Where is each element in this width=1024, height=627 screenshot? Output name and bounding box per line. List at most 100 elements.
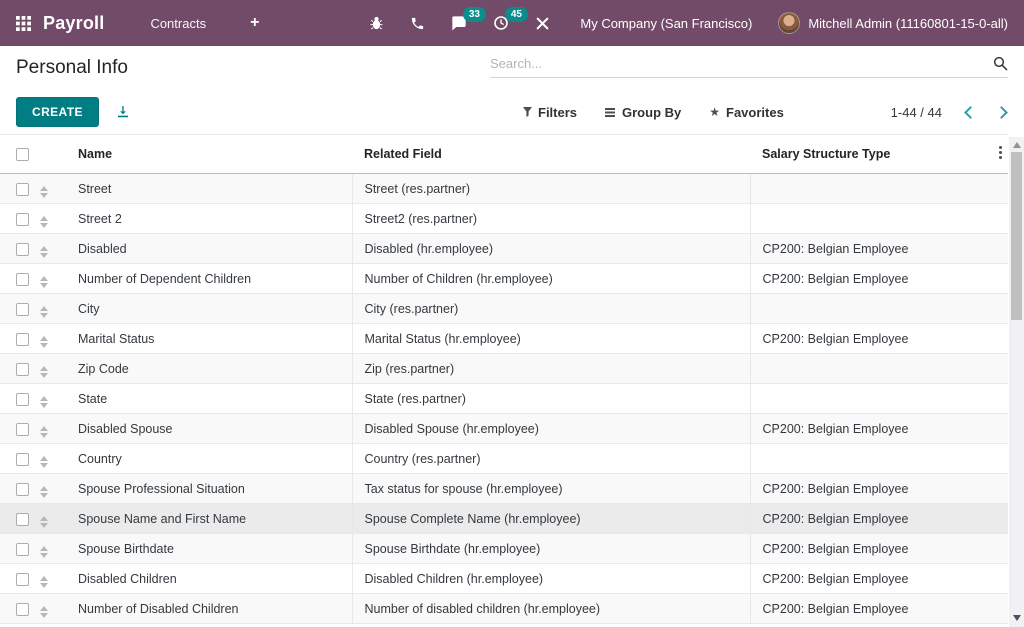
cell-name: Disabled bbox=[66, 234, 352, 264]
drag-handle-icon[interactable] bbox=[40, 246, 48, 258]
favorites-button[interactable]: ★ Favorites bbox=[709, 105, 784, 120]
pager-previous-icon[interactable] bbox=[964, 106, 977, 119]
pager: 1-44 / 44 bbox=[891, 105, 1006, 120]
cell-related-field: Zip (res.partner) bbox=[352, 354, 750, 384]
table-row[interactable]: Number of Disabled Children Number of di… bbox=[0, 594, 1008, 624]
table-row[interactable]: Disabled Children Disabled Children (hr.… bbox=[0, 564, 1008, 594]
table-row[interactable]: Street Street (res.partner) bbox=[0, 174, 1008, 204]
export-icon[interactable] bbox=[115, 104, 131, 120]
filter-funnel-icon bbox=[523, 107, 532, 117]
column-header-related-field[interactable]: Related Field bbox=[352, 135, 750, 174]
row-checkbox[interactable] bbox=[16, 243, 29, 256]
row-checkbox[interactable] bbox=[16, 513, 29, 526]
select-all-checkbox[interactable] bbox=[16, 148, 29, 161]
cell-name: Country bbox=[66, 444, 352, 474]
table-row[interactable]: Spouse Professional Situation Tax status… bbox=[0, 474, 1008, 504]
drag-handle-icon[interactable] bbox=[40, 546, 48, 558]
phone-icon[interactable] bbox=[410, 16, 425, 31]
scroll-down-icon[interactable] bbox=[1013, 615, 1021, 621]
row-checkbox[interactable] bbox=[16, 423, 29, 436]
drag-handle-icon[interactable] bbox=[40, 576, 48, 588]
drag-handle-icon[interactable] bbox=[40, 306, 48, 318]
filters-label: Filters bbox=[538, 105, 577, 120]
search-input[interactable] bbox=[490, 56, 993, 71]
row-handle-cell bbox=[40, 474, 66, 504]
drag-handle-icon[interactable] bbox=[40, 366, 48, 378]
row-handle-cell bbox=[40, 264, 66, 294]
filters-button[interactable]: Filters bbox=[523, 105, 577, 120]
cell-salary-structure-type bbox=[750, 354, 1008, 384]
table-row[interactable]: Marital Status Marital Status (hr.employ… bbox=[0, 324, 1008, 354]
row-select-cell bbox=[0, 594, 40, 624]
search-box bbox=[490, 56, 1008, 78]
drag-handle-icon[interactable] bbox=[40, 336, 48, 348]
activities-clock-icon[interactable]: 45 bbox=[493, 15, 509, 31]
row-checkbox[interactable] bbox=[16, 543, 29, 556]
table-row[interactable]: Spouse Birthdate Spouse Birthdate (hr.em… bbox=[0, 534, 1008, 564]
table-row[interactable]: Disabled Disabled (hr.employee) CP200: B… bbox=[0, 234, 1008, 264]
drag-handle-icon[interactable] bbox=[40, 276, 48, 288]
cell-salary-structure-type: CP200: Belgian Employee bbox=[750, 414, 1008, 444]
cell-related-field: Street2 (res.partner) bbox=[352, 204, 750, 234]
scroll-up-icon[interactable] bbox=[1013, 142, 1021, 148]
create-button[interactable]: CREATE bbox=[16, 97, 99, 127]
cell-salary-structure-type bbox=[750, 384, 1008, 414]
drag-handle-icon[interactable] bbox=[40, 396, 48, 408]
row-handle-cell bbox=[40, 384, 66, 414]
app-name[interactable]: Payroll bbox=[43, 13, 104, 34]
row-checkbox[interactable] bbox=[16, 183, 29, 196]
optional-columns-icon[interactable] bbox=[999, 146, 1002, 149]
drag-handle-icon[interactable] bbox=[40, 216, 48, 228]
tools-icon[interactable] bbox=[535, 16, 550, 31]
group-by-button[interactable]: Group By bbox=[605, 105, 681, 120]
pager-next-icon[interactable] bbox=[995, 106, 1008, 119]
row-checkbox[interactable] bbox=[16, 573, 29, 586]
apps-grid-icon[interactable] bbox=[16, 16, 31, 31]
table-row[interactable]: Country Country (res.partner) bbox=[0, 444, 1008, 474]
table-row[interactable]: State State (res.partner) bbox=[0, 384, 1008, 414]
drag-handle-icon[interactable] bbox=[40, 516, 48, 528]
row-handle-cell bbox=[40, 174, 66, 204]
row-checkbox[interactable] bbox=[16, 483, 29, 496]
row-checkbox[interactable] bbox=[16, 303, 29, 316]
debug-bug-icon[interactable] bbox=[369, 16, 384, 31]
row-checkbox[interactable] bbox=[16, 333, 29, 346]
cell-salary-structure-type: CP200: Belgian Employee bbox=[750, 234, 1008, 264]
drag-handle-icon[interactable] bbox=[40, 606, 48, 618]
row-checkbox[interactable] bbox=[16, 453, 29, 466]
drag-handle-icon[interactable] bbox=[40, 426, 48, 438]
column-header-salary-structure-type[interactable]: Salary Structure Type bbox=[750, 135, 1008, 174]
menu-contracts[interactable]: Contracts bbox=[150, 16, 206, 31]
cell-related-field: State (res.partner) bbox=[352, 384, 750, 414]
row-select-cell bbox=[0, 534, 40, 564]
drag-handle-icon[interactable] bbox=[40, 486, 48, 498]
table-row[interactable]: City City (res.partner) bbox=[0, 294, 1008, 324]
table-row[interactable]: Spouse Name and First Name Spouse Comple… bbox=[0, 504, 1008, 534]
vertical-scrollbar[interactable] bbox=[1009, 137, 1024, 627]
table-row[interactable]: Street 2 Street2 (res.partner) bbox=[0, 204, 1008, 234]
table-row[interactable]: Disabled Spouse Disabled Spouse (hr.empl… bbox=[0, 414, 1008, 444]
row-select-cell bbox=[0, 324, 40, 354]
company-switcher[interactable]: My Company (San Francisco) bbox=[580, 16, 752, 31]
column-header-name[interactable]: Name bbox=[66, 135, 352, 174]
row-checkbox[interactable] bbox=[16, 363, 29, 376]
table-row[interactable]: Zip Code Zip (res.partner) bbox=[0, 354, 1008, 384]
row-select-cell bbox=[0, 174, 40, 204]
row-handle-cell bbox=[40, 564, 66, 594]
table-row[interactable]: Number of Dependent Children Number of C… bbox=[0, 264, 1008, 294]
drag-handle-icon[interactable] bbox=[40, 186, 48, 198]
group-by-bars-icon bbox=[605, 108, 615, 110]
row-checkbox[interactable] bbox=[16, 213, 29, 226]
row-select-cell bbox=[0, 474, 40, 504]
row-checkbox[interactable] bbox=[16, 393, 29, 406]
user-menu[interactable]: Mitchell Admin (11160801-15-0-all) bbox=[778, 12, 1008, 34]
row-select-cell bbox=[0, 264, 40, 294]
row-checkbox[interactable] bbox=[16, 273, 29, 286]
row-checkbox[interactable] bbox=[16, 603, 29, 616]
scrollbar-thumb[interactable] bbox=[1011, 152, 1022, 320]
search-icon[interactable] bbox=[993, 56, 1008, 71]
drag-handle-icon[interactable] bbox=[40, 456, 48, 468]
add-menu-button[interactable]: + bbox=[250, 14, 259, 32]
messages-icon[interactable]: 33 bbox=[451, 15, 467, 31]
cell-related-field: Street (res.partner) bbox=[352, 174, 750, 204]
